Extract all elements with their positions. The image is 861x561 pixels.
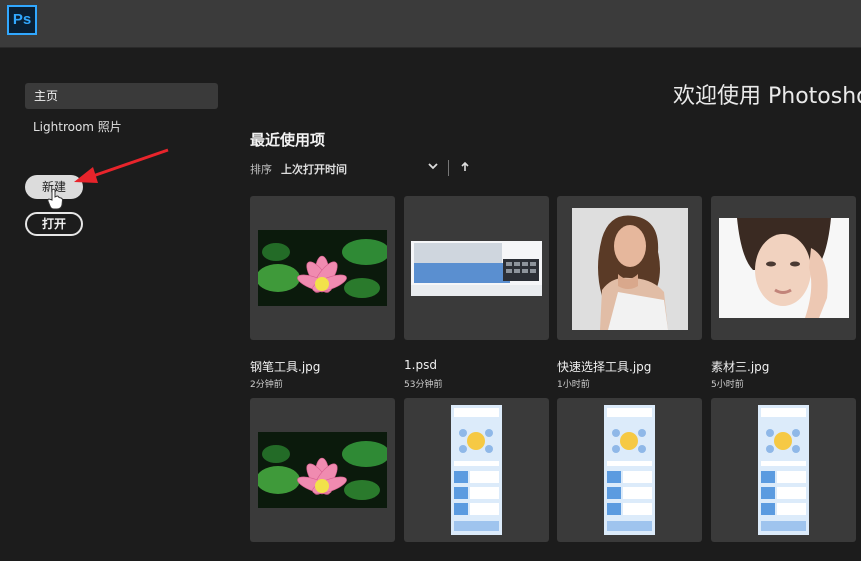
infographic-thumbnail (604, 405, 655, 535)
recent-file-card[interactable] (404, 196, 549, 340)
portrait-thumbnail (572, 208, 688, 330)
annotation-arrow-icon (74, 148, 169, 183)
divider (448, 160, 449, 176)
recent-file-card[interactable] (557, 196, 702, 340)
file-name[interactable]: 钢笔工具.jpg (250, 358, 320, 375)
recent-file-card[interactable] (557, 398, 702, 542)
sidebar-item-home[interactable]: 主页 (25, 83, 218, 109)
welcome-title: 欢迎使用 Photosho (673, 84, 861, 109)
desk-thumbnail (411, 241, 542, 296)
sort-label: 排序 (250, 163, 272, 176)
infographic-thumbnail (758, 405, 809, 535)
file-name[interactable]: 1.psd (404, 358, 437, 372)
sidebar-item-lightroom[interactable]: Lightroom 照片 (33, 118, 122, 135)
recent-file-card[interactable] (711, 196, 856, 340)
recent-file-card[interactable] (711, 398, 856, 542)
sort-value[interactable]: 上次打开时间 (281, 161, 347, 177)
photoshop-logo: Ps (7, 5, 37, 35)
open-button[interactable]: 打开 (25, 212, 83, 236)
chevron-down-icon[interactable] (426, 159, 440, 173)
recent-section-title: 最近使用项 (250, 131, 326, 149)
hand-cursor-icon (47, 188, 64, 210)
file-time: 2分钟前 (250, 380, 283, 390)
recent-file-card[interactable] (250, 398, 395, 542)
sort-direction-arrow-icon[interactable] (459, 160, 471, 174)
recent-file-card[interactable] (404, 398, 549, 542)
lotus-thumbnail (258, 432, 387, 508)
file-time: 53分钟前 (404, 380, 443, 390)
file-name[interactable]: 素材三.jpg (711, 358, 769, 375)
file-time: 5小时前 (711, 380, 744, 390)
file-name[interactable]: 快速选择工具.jpg (557, 358, 651, 375)
recent-file-card[interactable] (250, 196, 395, 340)
lotus-thumbnail (258, 230, 387, 306)
title-bar: Ps (0, 0, 861, 48)
infographic-thumbnail (451, 405, 502, 535)
file-time: 1小时前 (557, 380, 590, 390)
face-thumbnail (719, 218, 849, 318)
